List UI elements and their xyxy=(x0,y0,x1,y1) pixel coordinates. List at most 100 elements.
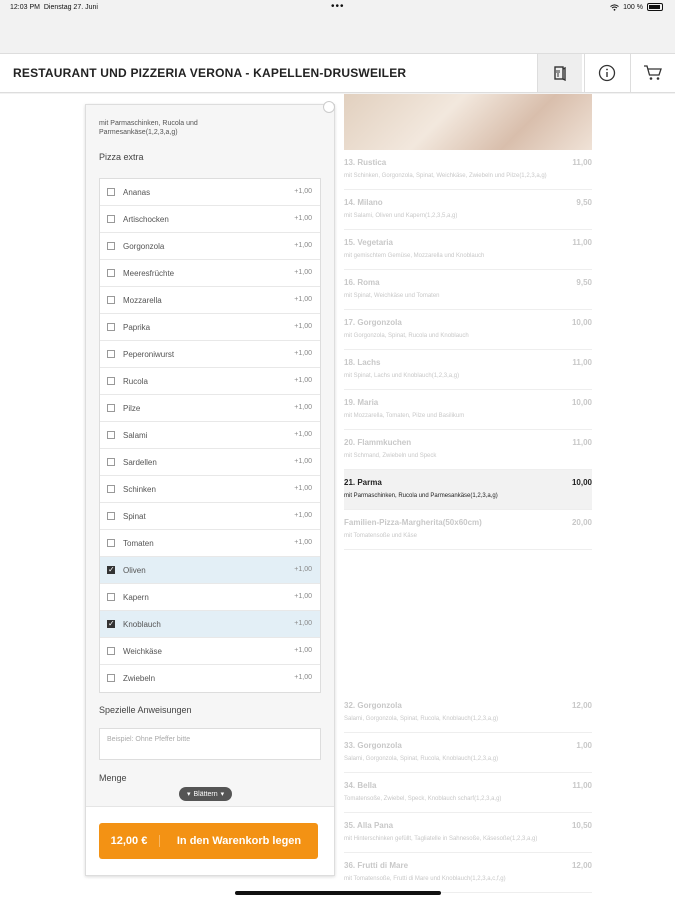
checkbox-icon[interactable] xyxy=(107,323,115,331)
checkbox-icon[interactable] xyxy=(107,404,115,412)
extras-list: Ananas +1,00 Artischocken +1,00 Gorgonzola +1… xyxy=(99,178,321,693)
extra-option-label: Kapern xyxy=(123,593,149,602)
pizza-image xyxy=(344,94,592,150)
checkbox-icon[interactable] xyxy=(107,539,115,547)
checkbox-checked-icon[interactable]: ✓ xyxy=(107,566,115,574)
extra-option-price: +1,00 xyxy=(294,674,312,681)
extra-option[interactable]: Peperoniwurst +1,00 xyxy=(100,341,320,368)
product-options-panel: mit Parmaschinken, Rucola und Parmesankä… xyxy=(85,101,335,876)
menu-item-price: 9,50 xyxy=(576,198,592,207)
battery-icon xyxy=(647,3,663,11)
extra-option-price: +1,00 xyxy=(294,296,312,303)
menu-item-price: 10,00 xyxy=(571,318,592,327)
menu-item[interactable]: 17. Gorgonzola 10,00 mit Gorgonzola, Spina… xyxy=(344,310,592,350)
multitask-dots[interactable]: ••• xyxy=(331,1,345,12)
menu-item[interactable]: 16. Roma 9,50 mit Spinat, Weichkäse und To… xyxy=(344,270,592,310)
menu-item[interactable]: 33. Gorgonzola 1,00 Salami, Gorgonzola, Sp… xyxy=(344,733,592,773)
menu-item[interactable]: 14. Milano 9,50 mit Salami, Oliven und Kap… xyxy=(344,190,592,230)
menu-item-name: 17. Gorgonzola xyxy=(344,318,402,327)
menu-item[interactable]: 15. Vegetaria 11,00 mit gemischtem Gemüse,… xyxy=(344,230,592,270)
instructions-heading: Spezielle Anweisungen xyxy=(99,705,192,715)
extra-option[interactable]: Spinat +1,00 xyxy=(100,503,320,530)
checkbox-icon[interactable] xyxy=(107,485,115,493)
checkbox-icon[interactable] xyxy=(107,458,115,466)
extra-option[interactable]: ✓ Oliven +1,00 xyxy=(100,557,320,584)
add-to-cart-button[interactable]: 12,00 € In den Warenkorb legen xyxy=(99,823,318,859)
checkbox-icon[interactable] xyxy=(107,242,115,250)
checkbox-icon[interactable] xyxy=(107,188,115,196)
extra-option[interactable]: Zwiebeln +1,00 xyxy=(100,665,320,692)
menu-item-name: 16. Roma xyxy=(344,278,380,287)
extra-option-price: +1,00 xyxy=(294,269,312,276)
battery-percent: 100 % xyxy=(623,3,643,11)
checkbox-icon[interactable] xyxy=(107,350,115,358)
checkbox-icon[interactable] xyxy=(107,593,115,601)
menu-item-name: 36. Frutti di Mare xyxy=(344,861,409,870)
extra-option[interactable]: Kapern +1,00 xyxy=(100,584,320,611)
extra-option[interactable]: Paprika +1,00 xyxy=(100,314,320,341)
menu-item-name: 34. Bella xyxy=(344,781,377,790)
extra-option[interactable]: Meeresfrüchte +1,00 xyxy=(100,260,320,287)
menu-item[interactable]: 19. Maria 10,00 mit Mozzarella, Tomaten, P… xyxy=(344,390,592,430)
cart-button[interactable] xyxy=(630,54,675,92)
extra-option-price: +1,00 xyxy=(294,404,312,411)
extra-option[interactable]: ✓ Knoblauch +1,00 xyxy=(100,611,320,638)
scroll-hint[interactable]: ▾ Blättern ▾ xyxy=(179,787,233,801)
menu-item[interactable]: 20. Flammkuchen 11,00 mit Schmand, Zwiebel… xyxy=(344,430,592,470)
extra-option-price: +1,00 xyxy=(294,593,312,600)
extra-option[interactable]: Schinken +1,00 xyxy=(100,476,320,503)
menu-item[interactable]: 21. Parma 10,00 mit Parmaschinken, Rucola … xyxy=(344,470,592,510)
extra-option-label: Weichkäse xyxy=(123,647,162,656)
menu-item[interactable]: Familien-Pizza-Margherita(50x60cm) 20,00 m… xyxy=(344,510,592,550)
wifi-icon xyxy=(610,3,619,11)
extra-option[interactable]: Sardellen +1,00 xyxy=(100,449,320,476)
menu-item-name: Familien-Pizza-Margherita(50x60cm) xyxy=(344,518,482,527)
extra-option[interactable]: Artischocken +1,00 xyxy=(100,206,320,233)
home-indicator[interactable] xyxy=(235,891,441,895)
info-icon xyxy=(598,64,616,82)
extra-option[interactable]: Ananas +1,00 xyxy=(100,179,320,206)
checkbox-icon[interactable] xyxy=(107,512,115,520)
menu-item-description: Tomatensoße, Zwiebel, Speck, Knoblauch s… xyxy=(344,796,502,802)
close-icon[interactable] xyxy=(323,101,335,113)
menu-item-description: Salami, Gorgonzola, Spinat, Rucola, Knob… xyxy=(344,756,499,762)
menu-item[interactable]: 36. Frutti di Mare 12,00 mit Tomatensoße, … xyxy=(344,853,592,893)
menu-item[interactable]: 35. Alla Pana 10,50 mit Hinterschinken gef… xyxy=(344,813,592,853)
checkbox-checked-icon[interactable]: ✓ xyxy=(107,620,115,628)
menu-item-description: mit Schinken, Gorgonzola, Spinat, Weichk… xyxy=(344,173,547,179)
checkbox-icon[interactable] xyxy=(107,296,115,304)
checkbox-icon[interactable] xyxy=(107,215,115,223)
menu-item[interactable]: 18. Lachs 11,00 mit Spinat, Lachs und Knob… xyxy=(344,350,592,390)
checkbox-icon[interactable] xyxy=(107,647,115,655)
extra-option[interactable]: Pilze +1,00 xyxy=(100,395,320,422)
extra-option[interactable]: Rucola +1,00 xyxy=(100,368,320,395)
checkbox-icon[interactable] xyxy=(107,431,115,439)
menu-item-description: mit Spinat, Weichkäse und Tomaten xyxy=(344,293,440,299)
checkbox-icon[interactable] xyxy=(107,377,115,385)
chevron-down-icon: ▾ xyxy=(187,791,191,798)
menu-item-price: 11,00 xyxy=(572,358,592,367)
extra-option[interactable]: Gorgonzola +1,00 xyxy=(100,233,320,260)
menu-item-name: 15. Vegetaria xyxy=(344,238,393,247)
extra-option-label: Meeresfrüchte xyxy=(123,269,175,278)
extra-option-label: Gorgonzola xyxy=(123,242,165,251)
menu-item-description: mit Salami, Oliven und Kapern(1,2,3,5,a,… xyxy=(344,213,458,219)
extra-option[interactable]: Tomaten +1,00 xyxy=(100,530,320,557)
menu-item[interactable]: 32. Gorgonzola 12,00 Salami, Gorgonzola, S… xyxy=(344,693,592,733)
menu-item-price: 20,00 xyxy=(571,518,592,527)
menu-item-description: mit Parmaschinken, Rucola und Parmesankä… xyxy=(344,493,498,499)
status-bar: 12:03 PM Dienstag 27. Juni ••• 100 % xyxy=(0,0,675,16)
extra-option[interactable]: Salami +1,00 xyxy=(100,422,320,449)
extra-option[interactable]: Weichkäse +1,00 xyxy=(100,638,320,665)
checkbox-icon[interactable] xyxy=(107,269,115,277)
menu-item-name: 33. Gorgonzola xyxy=(344,741,402,750)
menu-item-price: 10,00 xyxy=(571,398,592,407)
menu-card-button[interactable] xyxy=(537,54,582,92)
menu-item-price: 11,00 xyxy=(572,438,592,447)
menu-item[interactable]: 34. Bella 11,00 Tomatensoße, Zwiebel, Spec… xyxy=(344,773,592,813)
info-button[interactable] xyxy=(584,54,629,92)
instructions-input[interactable]: Beispiel: Ohne Pfeffer bitte xyxy=(99,728,321,760)
checkbox-icon[interactable] xyxy=(107,674,115,682)
extra-option[interactable]: Mozzarella +1,00 xyxy=(100,287,320,314)
menu-item[interactable]: 13. Rustica 11,00 mit Schinken, Gorgonzola… xyxy=(344,150,592,190)
